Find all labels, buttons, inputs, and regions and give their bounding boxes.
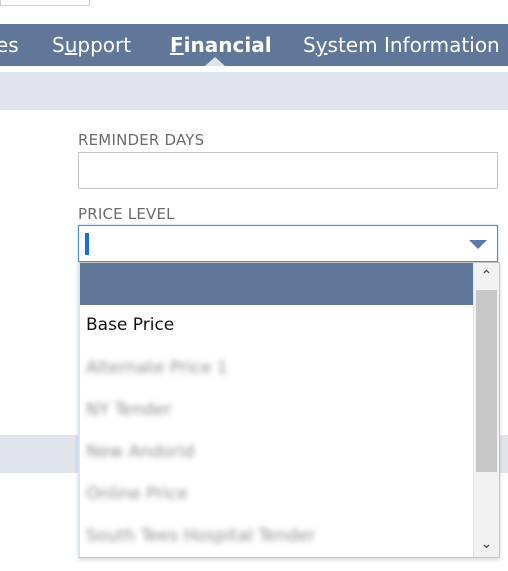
chevron-up-icon[interactable]: ⌃ [474,263,499,289]
section-band [0,72,508,110]
dropdown-option-selected[interactable] [80,263,474,305]
dropdown-option[interactable]: Alternate Price 1 [86,358,228,378]
price-level-label: PRICE LEVEL [78,205,175,223]
tab-bar: es Support Financial System Information [0,24,508,66]
access-key-letter: F [170,33,184,57]
access-key-letter: y [315,33,328,57]
text-cursor [85,233,89,255]
dropdown-option[interactable]: Online Price [86,484,188,504]
dropdown-option[interactable]: NY Tender [86,400,171,420]
tab-system-information[interactable]: System Information [303,24,500,66]
tab-support[interactable]: Support [52,24,131,66]
dropdown-scrollbar[interactable]: ⌃ ⌄ [473,263,499,557]
dropdown-option[interactable]: South Tees Hospital Tender [86,526,315,546]
price-level-dropdown[interactable]: Base Price Alternate Price 1 NY Tender N… [78,262,500,558]
dropdown-option[interactable]: Base Price [86,315,174,335]
tab-partial[interactable]: es [0,24,19,66]
dropdown-option[interactable]: New Andorid [86,442,195,462]
reminder-days-label: REMINDER DAYS [78,131,205,149]
chevron-down-icon[interactable]: ⌄ [474,531,499,557]
active-tab-caret [205,57,225,66]
access-key-letter: u [64,33,78,57]
price-level-select[interactable] [78,225,498,262]
reminder-days-input[interactable] [78,152,498,189]
chevron-down-icon[interactable] [469,240,487,249]
top-input-edge [0,0,90,6]
scrollbar-thumb[interactable] [476,290,497,472]
